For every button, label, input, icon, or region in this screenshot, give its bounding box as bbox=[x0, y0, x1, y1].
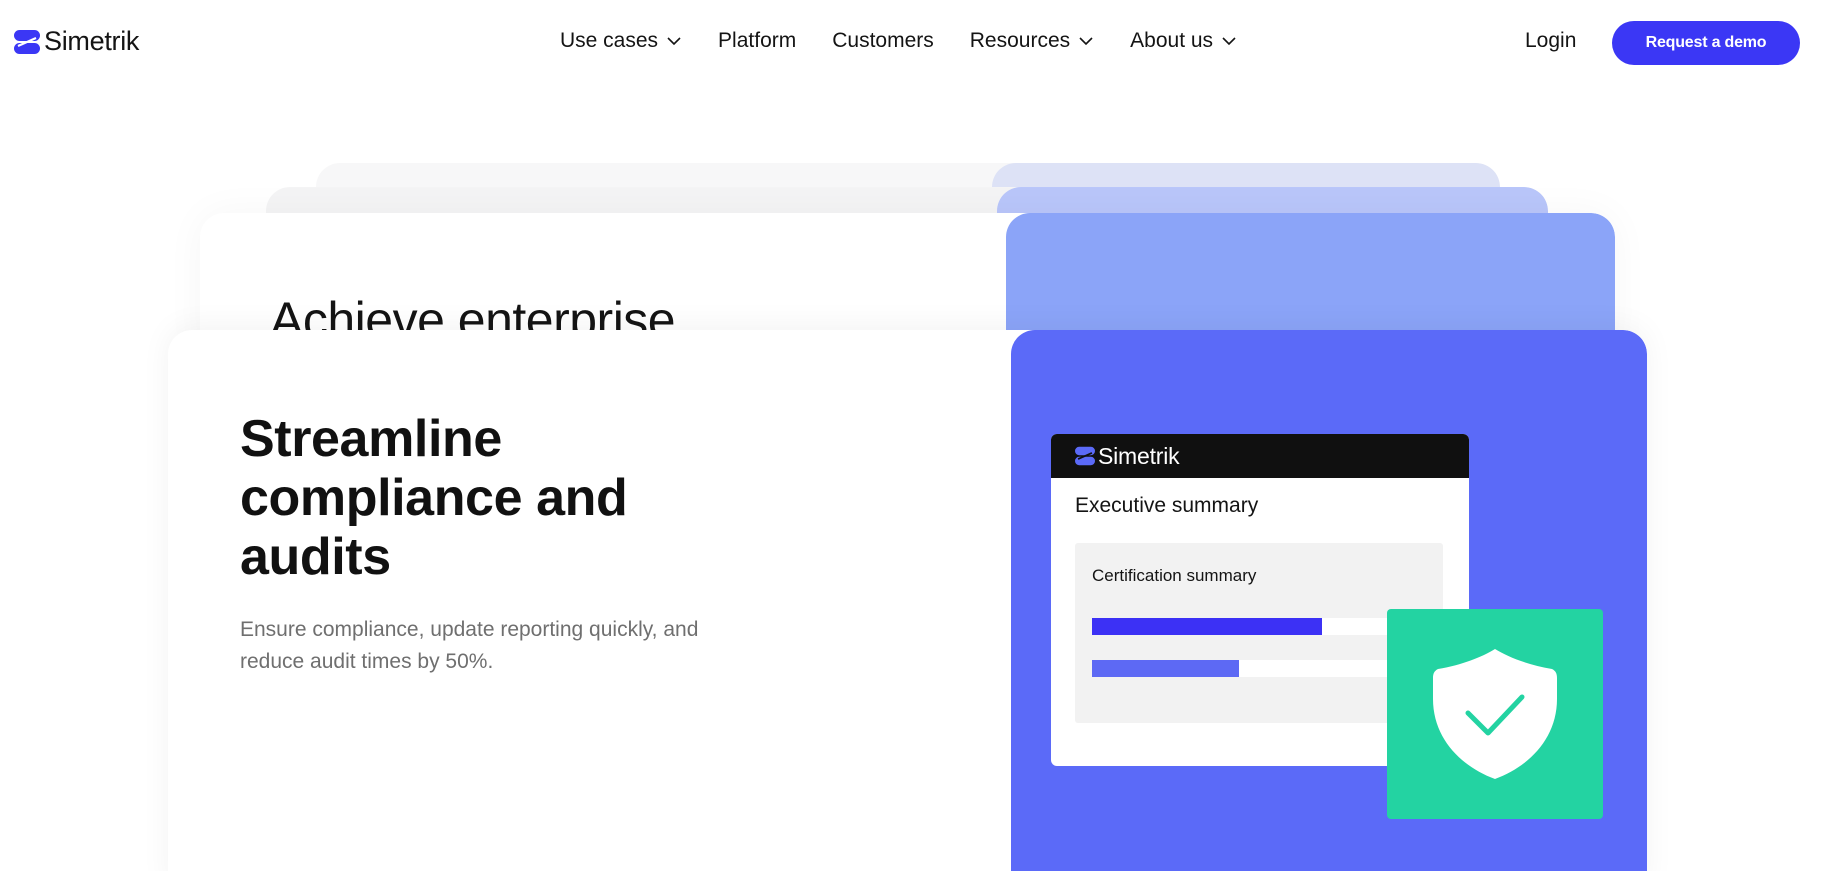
nav-item-about-us[interactable]: About us bbox=[1130, 29, 1237, 53]
nav-item-customers[interactable]: Customers bbox=[832, 29, 934, 53]
nav-item-label: Resources bbox=[969, 29, 1071, 52]
nav-item-label: About us bbox=[1130, 29, 1214, 52]
brand-name: Simetrik bbox=[44, 26, 140, 56]
site-header: Simetrik Use cases Platform Customers Re… bbox=[0, 0, 1829, 86]
nav-item-platform[interactable]: Platform bbox=[718, 29, 796, 53]
card-illustration-panel: Simetrik Executive summary Certification… bbox=[1011, 330, 1647, 871]
progress-bar-fill bbox=[1092, 618, 1323, 635]
card-title: Streamline compliance and audits bbox=[240, 410, 628, 586]
main-nav: Use cases Platform Customers Resources A… bbox=[560, 29, 1237, 53]
card-description: Ensure compliance, update reporting quic… bbox=[240, 618, 699, 673]
certification-summary-title: Certification summary bbox=[1092, 566, 1257, 585]
chevron-down-icon bbox=[1079, 37, 1093, 46]
shield-check-icon bbox=[1433, 649, 1557, 779]
feature-card: Streamline compliance and audits Ensure … bbox=[168, 330, 1647, 871]
chevron-down-icon bbox=[1222, 37, 1236, 46]
nav-item-label: Use cases bbox=[560, 29, 659, 52]
login-link[interactable]: Login bbox=[1525, 29, 1576, 53]
progress-bar bbox=[1092, 660, 1426, 677]
verified-badge bbox=[1387, 609, 1603, 819]
report-heading: Executive summary bbox=[1075, 494, 1259, 517]
simetrik-logo-icon bbox=[14, 29, 40, 54]
progress-bar-fill bbox=[1092, 660, 1239, 677]
report-brand-name: Simetrik bbox=[1098, 442, 1180, 469]
request-demo-button[interactable]: Request a demo bbox=[1612, 21, 1800, 65]
nav-item-resources[interactable]: Resources bbox=[970, 29, 1094, 53]
report-titlebar: Simetrik bbox=[1051, 434, 1469, 478]
brand-logo-link[interactable]: Simetrik bbox=[14, 26, 139, 57]
chevron-down-icon bbox=[667, 37, 681, 46]
nav-item-use-cases[interactable]: Use cases bbox=[560, 29, 682, 53]
simetrik-logo-icon bbox=[1075, 446, 1095, 466]
nav-item-label: Platform bbox=[718, 29, 797, 52]
progress-bar bbox=[1092, 618, 1426, 635]
nav-item-label: Customers bbox=[832, 29, 934, 52]
